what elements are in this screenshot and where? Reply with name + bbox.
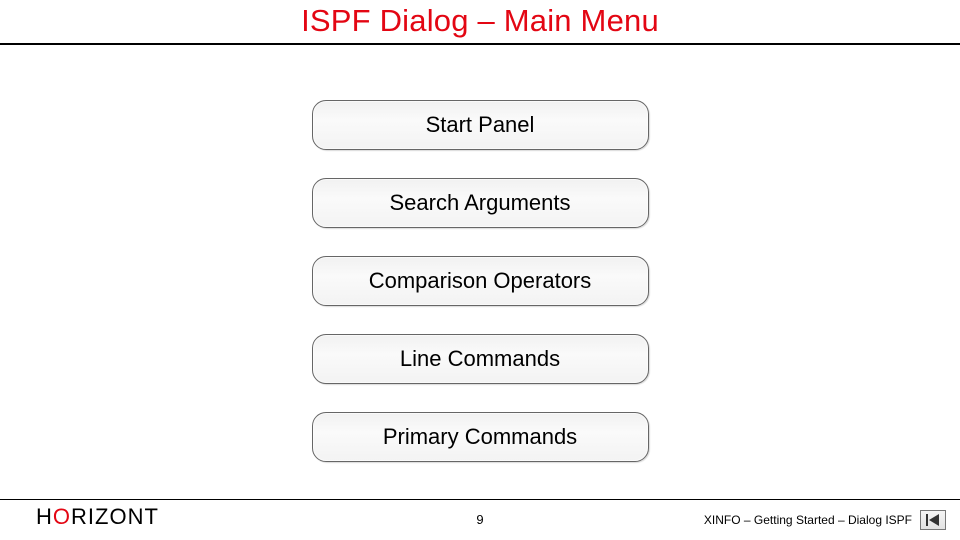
menu-button-list: Start Panel Search Arguments Comparison … — [0, 100, 960, 462]
menu-button-label: Comparison Operators — [369, 268, 592, 294]
footer-right-text: XINFO – Getting Started – Dialog ISPF — [704, 513, 912, 527]
menu-button-label: Start Panel — [426, 112, 535, 138]
page-title: ISPF Dialog – Main Menu — [0, 0, 960, 39]
skip-back-icon — [926, 514, 940, 526]
menu-button-line-commands[interactable]: Line Commands — [312, 334, 649, 384]
brand-text-accent: O — [53, 504, 71, 529]
brand-text-post: RIZONT — [71, 504, 159, 529]
menu-button-label: Primary Commands — [383, 424, 577, 450]
first-slide-button[interactable] — [920, 510, 946, 530]
menu-button-search-arguments[interactable]: Search Arguments — [312, 178, 649, 228]
menu-button-start-panel[interactable]: Start Panel — [312, 100, 649, 150]
footer-divider — [0, 499, 960, 500]
slide: ISPF Dialog – Main Menu Start Panel Sear… — [0, 0, 960, 540]
page-number: 9 — [476, 512, 483, 527]
title-divider — [0, 43, 960, 45]
menu-button-label: Search Arguments — [390, 190, 571, 216]
brand-text-pre: H — [36, 504, 53, 529]
menu-button-comparison-operators[interactable]: Comparison Operators — [312, 256, 649, 306]
menu-button-primary-commands[interactable]: Primary Commands — [312, 412, 649, 462]
menu-button-label: Line Commands — [400, 346, 560, 372]
brand-logo: HORIZONT — [36, 504, 159, 530]
